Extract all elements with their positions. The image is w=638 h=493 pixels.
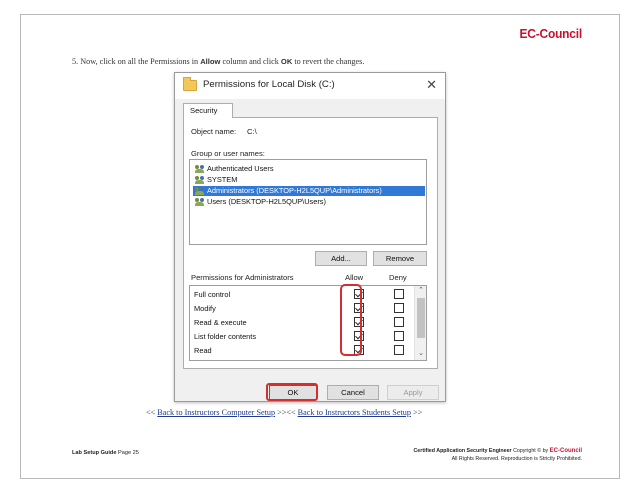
permission-name: Read (194, 346, 212, 355)
footer-guide-title: Lab Setup Guide (72, 450, 117, 456)
instruction-allow-word: Allow (200, 57, 221, 66)
footer-page-info: Lab Setup Guide Page 25 (72, 450, 139, 456)
object-name-value: C:\ (247, 127, 257, 136)
ok-button-highlight (266, 383, 318, 401)
user-list[interactable]: Authenticated Users SYSTEM Administrator… (189, 159, 427, 245)
permission-name: List folder contents (194, 332, 257, 341)
permission-name: Modify (194, 304, 216, 313)
footer-cert-name: Certified Application Security Engineer (413, 448, 512, 454)
permission-row: Modify (194, 302, 414, 315)
instruction-step: 5. Now, click on all the Permissions in … (72, 57, 364, 66)
add-button[interactable]: Add... (315, 251, 367, 266)
footer-copyright-text: Copyright © by (511, 448, 550, 454)
permission-row: Read & execute (194, 316, 414, 329)
permissions-list: Full control Modify Read & execute List … (189, 285, 427, 361)
permission-name: Read & execute (194, 318, 247, 327)
user-name: Administrators (DESKTOP-H2L5QUP\Administ… (207, 186, 382, 195)
deny-checkbox[interactable] (394, 289, 404, 299)
allow-column-highlight (340, 284, 362, 356)
permissions-dialog: Permissions for Local Disk (C:) ✕ Securi… (174, 72, 446, 402)
users-group-icon (195, 165, 205, 173)
dialog-titlebar: Permissions for Local Disk (C:) ✕ (175, 73, 445, 99)
instruction-ok-word: OK (280, 57, 293, 66)
user-row-users[interactable]: Users (DESKTOP-H2L5QUP\Users) (193, 197, 425, 207)
close-icon[interactable]: ✕ (426, 77, 437, 93)
nav-close: >> (410, 408, 423, 417)
allow-column-header: Allow (345, 273, 364, 282)
user-name: Authenticated Users (207, 164, 274, 173)
nav-separator: >><< (275, 408, 298, 417)
permission-name: Full control (194, 290, 231, 299)
object-name-label: Object name: (191, 127, 237, 136)
nav-open: << (146, 408, 158, 417)
remove-button[interactable]: Remove (373, 251, 427, 266)
users-group-icon (195, 198, 205, 206)
permission-row: Read (194, 344, 414, 357)
deny-checkbox[interactable] (394, 331, 404, 341)
user-row-administrators[interactable]: Administrators (DESKTOP-H2L5QUP\Administ… (193, 186, 425, 196)
permission-row: List folder contents (194, 330, 414, 343)
chevron-up-icon[interactable]: ⌃ (415, 286, 426, 297)
user-row-authenticated-users[interactable]: Authenticated Users (193, 164, 425, 174)
user-name: SYSTEM (207, 175, 238, 184)
user-row-system[interactable]: SYSTEM (193, 175, 425, 185)
footer-copyright: Certified Application Security Engineer … (413, 447, 582, 463)
instruction-middle: column and click (220, 57, 281, 66)
apply-button[interactable]: Apply (387, 385, 439, 400)
group-names-label: Group or user names: (191, 149, 265, 158)
tab-security[interactable]: Security (183, 103, 233, 118)
footer-page-number: Page 25 (116, 450, 139, 456)
footer-rights: All Rights Reserved. Reproduction is Str… (451, 456, 582, 462)
navigation-links: << Back to Instructors Computer Setup >>… (146, 408, 422, 417)
deny-checkbox[interactable] (394, 345, 404, 355)
users-group-icon (195, 176, 205, 184)
deny-checkbox[interactable] (394, 303, 404, 313)
permission-row: Full control (194, 288, 414, 301)
folder-icon (183, 77, 197, 91)
footer-brand: EC-Council (549, 448, 582, 454)
chevron-down-icon[interactable]: ⌄ (415, 349, 426, 360)
back-to-instructors-students-setup-link[interactable]: Back to Instructors Students Setup (298, 408, 411, 417)
deny-checkbox[interactable] (394, 317, 404, 327)
brand-logo: EC-Council (519, 26, 582, 41)
instruction-suffix: to revert the changes. (292, 57, 365, 66)
permissions-scrollbar[interactable]: ⌃ ⌄ (414, 286, 426, 360)
user-name: Users (DESKTOP-H2L5QUP\Users) (207, 197, 326, 206)
dialog-title: Permissions for Local Disk (C:) (203, 79, 335, 90)
users-group-icon (195, 187, 205, 195)
footer-copyright-line: Certified Application Security Engineer … (413, 447, 582, 455)
scroll-thumb[interactable] (417, 298, 425, 338)
deny-column-header: Deny (389, 273, 407, 282)
back-to-instructors-computer-setup-link[interactable]: Back to Instructors Computer Setup (157, 408, 275, 417)
cancel-button[interactable]: Cancel (327, 385, 379, 400)
instruction-prefix: 5. Now, click on all the Permissions in (72, 57, 201, 66)
permissions-for-label: Permissions for Administrators (191, 273, 294, 282)
